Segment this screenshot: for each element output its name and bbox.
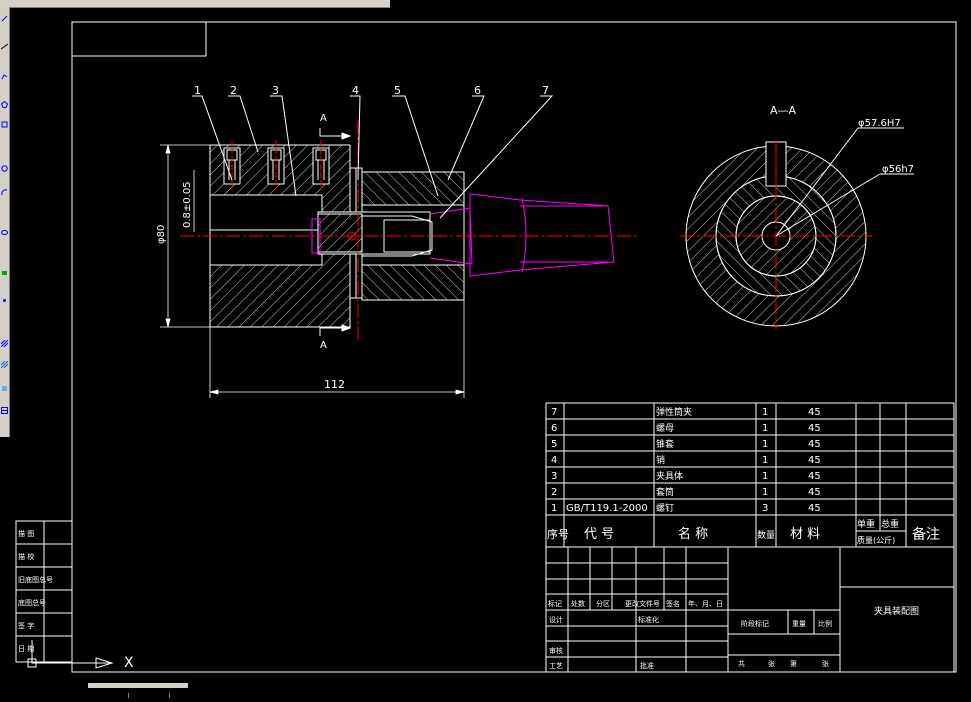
sheet-border	[71, 21, 957, 673]
left-stamp-box	[15, 520, 73, 663]
tb-label-change-doc: 更改文件号	[625, 599, 660, 608]
part-mat-6: 45	[808, 423, 821, 434]
part-name-6: 螺母	[656, 423, 674, 434]
balloon-2: 2	[230, 84, 237, 97]
part-no-5: 5	[551, 439, 557, 450]
part-qty-1: 3	[762, 503, 768, 514]
layout-tab[interactable]	[129, 693, 170, 698]
drawing-canvas[interactable]: 描 图 描 校 旧底图总号 底图总号 签 字 日 期 X 1 2 3 4 5 6…	[0, 0, 971, 688]
tb-label-sign: 签名	[666, 599, 680, 608]
header-remark: 备注	[912, 526, 940, 543]
tb-process: 工艺	[549, 662, 563, 670]
part-name-3: 夹具体	[656, 470, 683, 482]
part-mat-7: 45	[808, 407, 821, 418]
assembly-front-view	[180, 120, 640, 340]
tb-design: 设计	[549, 615, 563, 624]
tb-label-mark: 标记	[548, 599, 562, 608]
left-box-row-2: 描 校	[18, 552, 34, 561]
section-marker-bottom: A	[320, 340, 327, 351]
balloon-7: 7	[542, 84, 549, 97]
dim-length: 112	[324, 378, 345, 391]
drawing-title: 夹具装配图	[874, 605, 919, 617]
model-tab[interactable]	[88, 693, 129, 698]
tb-weight: 重量	[792, 620, 806, 628]
left-box-row-4: 底图总号	[18, 598, 46, 607]
header-name: 名 称	[678, 526, 708, 542]
section-view-aa	[680, 127, 914, 330]
part-name-7: 弹性筒夹	[656, 406, 692, 418]
tb-stage-mark: 阶段标记	[741, 619, 769, 628]
tb-label-zone: 分区	[596, 599, 610, 608]
tb-approve: 批准	[640, 661, 654, 670]
left-box-row-1: 描 图	[18, 529, 34, 538]
tb-standardize: 标准化	[638, 615, 659, 624]
left-box-row-3: 旧底图总号	[18, 575, 53, 584]
part-qty-5: 1	[762, 439, 768, 450]
section-marker-top: A	[320, 113, 327, 124]
part-name-1: 螺钉	[656, 503, 674, 514]
ucs-icon	[27, 640, 114, 669]
part-no-7: 7	[551, 407, 557, 418]
part-mat-5: 45	[808, 439, 821, 450]
tb-sheet-total: 共	[738, 659, 745, 668]
header-no: 序号	[547, 527, 569, 541]
header-code: 代 号	[584, 527, 614, 542]
tb-label-count: 处数	[571, 599, 585, 608]
part-no-4: 4	[551, 455, 557, 466]
layout-tabs[interactable]	[88, 683, 188, 698]
part-name-2: 套筒	[656, 486, 674, 498]
balloon-3: 3	[272, 84, 279, 97]
dim-bore-1: φ57.6H7	[858, 118, 901, 129]
tb-review: 审核	[549, 646, 563, 655]
part-qty-4: 1	[762, 455, 768, 466]
part-no-2: 2	[551, 487, 557, 498]
dim-tolerance: 0.8±0.05	[182, 181, 193, 228]
section-view-title: A—A	[770, 104, 797, 117]
balloon-5: 5	[394, 84, 401, 97]
part-qty-2: 1	[762, 487, 768, 498]
tb-scale: 比例	[818, 619, 832, 628]
part-qty-6: 1	[762, 423, 768, 434]
part-no-3: 3	[551, 471, 557, 482]
tb-sheet-number: 第	[790, 659, 797, 668]
part-name-4: 销	[656, 454, 665, 466]
left-box-row-5: 签 字	[18, 621, 34, 630]
part-qty-3: 1	[762, 471, 768, 482]
dim-bore-2: φ56h7	[882, 164, 914, 175]
part-mat-3: 45	[808, 471, 821, 482]
part-mat-2: 45	[808, 487, 821, 498]
balloon-1: 1	[194, 84, 201, 97]
header-single-weight: 单重	[857, 518, 875, 530]
balloon-4: 4	[352, 84, 359, 97]
part-no-1: 1	[551, 503, 557, 514]
left-stamp-labels: 描 图 描 校 旧底图总号 底图总号 签 字 日 期	[18, 529, 53, 653]
part-qty-7: 1	[762, 407, 768, 418]
balloon-6: 6	[474, 84, 481, 97]
ucs-x-label: X	[124, 655, 134, 671]
header-total-weight: 总重	[881, 518, 899, 530]
tb-sheet-unit-2: 张	[822, 659, 829, 668]
part-no-6: 6	[551, 423, 557, 434]
part-mat-4: 45	[808, 455, 821, 466]
dim-diameter: φ80	[156, 225, 167, 244]
part-code-1: GB/T119.1-2000	[566, 503, 648, 514]
header-material: 材 料	[790, 527, 820, 542]
tb-sheet-unit-1: 张	[768, 659, 775, 668]
tb-label-date: 年、月、日	[688, 599, 723, 608]
part-name-5: 锥套	[656, 438, 674, 450]
header-weight-unit: 质量(公斤)	[857, 535, 895, 545]
part-mat-1: 45	[808, 503, 821, 514]
header-qty: 数量	[757, 529, 775, 541]
